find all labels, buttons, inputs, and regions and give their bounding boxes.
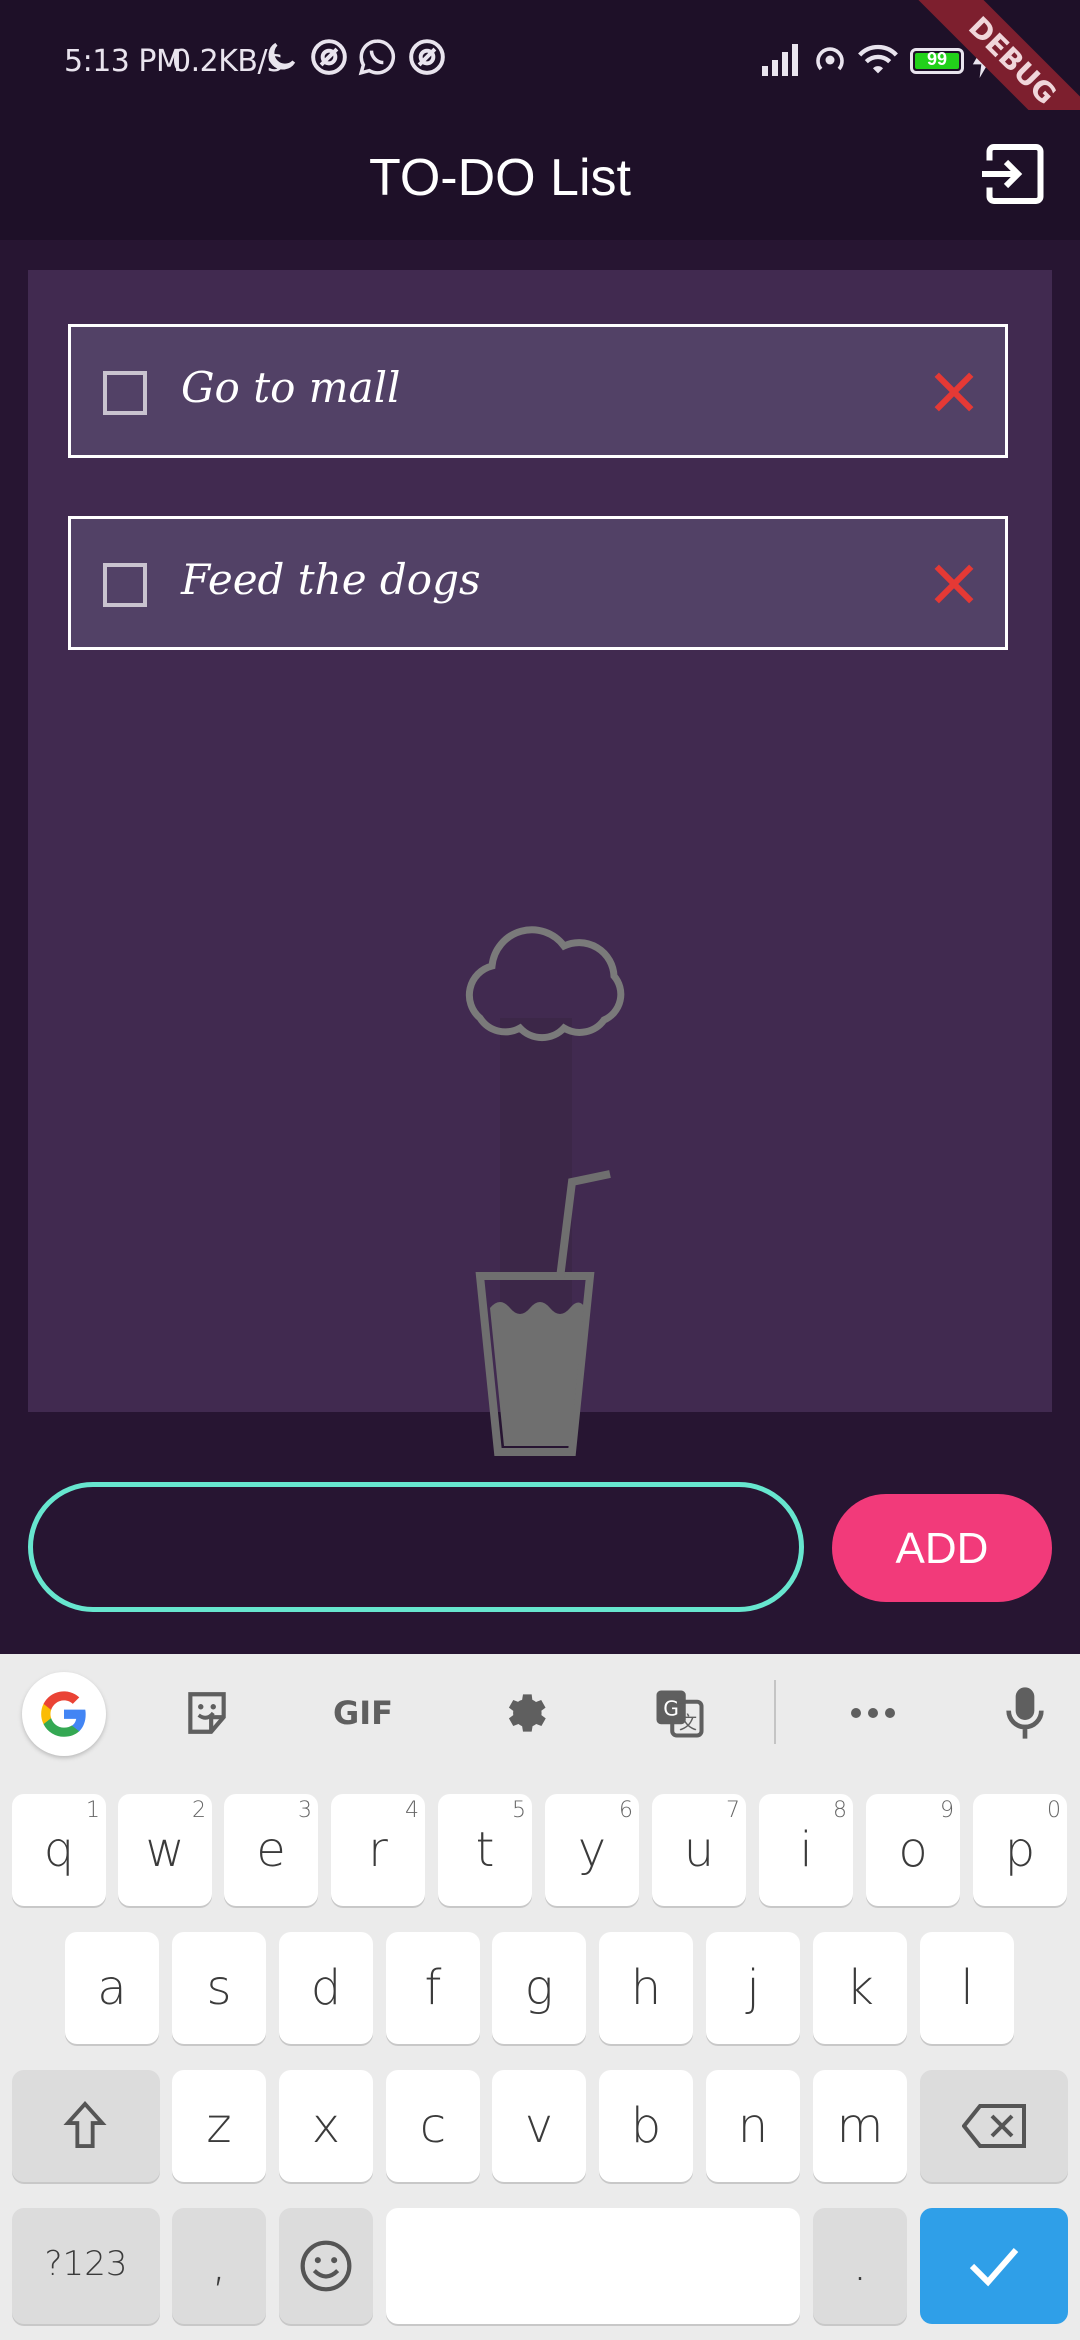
status-bar: 5:13 PM 0.2KB/s 99 [0, 0, 1080, 110]
key-m[interactable]: m [813, 2070, 907, 2182]
key-w[interactable]: 2w [118, 1794, 212, 1906]
delete-icon[interactable] [931, 561, 977, 607]
add-button[interactable]: ADD [832, 1494, 1052, 1602]
svg-text:G: G [663, 1696, 679, 1720]
key-y[interactable]: 6y [545, 1794, 639, 1906]
key-b[interactable]: b [599, 2070, 693, 2182]
at-icon-2 [409, 39, 445, 75]
space-key[interactable] [386, 2208, 800, 2324]
keyboard-toolbar: GIF G文 [0, 1654, 1080, 1772]
soft-keyboard: GIF G文 1q 2w 3e 4r 5t 6y 7u 8i 9o 0p a s… [0, 1654, 1080, 2340]
key-s[interactable]: s [172, 1932, 266, 2044]
todo-item: Go to mall [68, 324, 1008, 458]
todo-text: Feed the dogs [181, 555, 481, 604]
key-p[interactable]: 0p [973, 1794, 1067, 1906]
key-a[interactable]: a [65, 1932, 159, 2044]
emoji-key[interactable] [279, 2208, 373, 2324]
key-e[interactable]: 3e [224, 1794, 318, 1906]
key-n[interactable]: n [706, 2070, 800, 2182]
key-f[interactable]: f [386, 1932, 480, 2044]
wifi-icon [858, 44, 898, 74]
status-time: 5:13 PM [64, 44, 182, 79]
key-c[interactable]: c [386, 2070, 480, 2182]
key-t[interactable]: 5t [438, 1794, 532, 1906]
delete-icon[interactable] [931, 369, 977, 415]
backspace-icon [962, 2104, 1026, 2148]
sticker-icon[interactable] [172, 1678, 242, 1748]
key-x[interactable]: x [279, 2070, 373, 2182]
battery-level: 99 [926, 49, 948, 69]
period-key[interactable]: . [813, 2208, 907, 2324]
settings-icon[interactable] [488, 1678, 558, 1748]
todo-text: Go to mall [181, 363, 401, 412]
logout-icon[interactable] [976, 138, 1048, 210]
check-icon [969, 2248, 1019, 2287]
todo-checkbox[interactable] [103, 563, 147, 607]
gif-icon[interactable]: GIF [320, 1678, 406, 1748]
todo-checkbox[interactable] [103, 371, 147, 415]
emoji-icon [300, 2240, 352, 2292]
google-icon[interactable] [22, 1672, 106, 1756]
shift-key[interactable] [12, 2070, 160, 2182]
key-d[interactable]: d [279, 1932, 373, 2044]
hotspot-icon [816, 47, 844, 71]
more-icon[interactable] [838, 1678, 908, 1748]
key-i[interactable]: 8i [759, 1794, 853, 1906]
key-r[interactable]: 4r [331, 1794, 425, 1906]
battery-icon: 99 [910, 48, 964, 74]
key-o[interactable]: 9o [866, 1794, 960, 1906]
mic-icon[interactable] [990, 1678, 1060, 1748]
comma-key[interactable]: , [172, 2208, 266, 2324]
key-k[interactable]: k [813, 1932, 907, 2044]
key-u[interactable]: 7u [652, 1794, 746, 1906]
at-icon [311, 39, 347, 75]
key-v[interactable]: v [492, 2070, 586, 2182]
todo-item: Feed the dogs [68, 516, 1008, 650]
shift-icon [63, 2101, 107, 2148]
key-g[interactable]: g [492, 1932, 586, 2044]
key-q[interactable]: 1q [12, 1794, 106, 1906]
backspace-key[interactable] [920, 2070, 1068, 2182]
app-bar: TO-DO List [0, 110, 1080, 240]
toolbar-divider [774, 1680, 776, 1744]
todo-input[interactable] [73, 1515, 757, 1581]
moon-icon [268, 42, 296, 70]
enter-key[interactable] [920, 2208, 1068, 2324]
translate-icon[interactable]: G文 [644, 1678, 714, 1748]
symbols-key[interactable]: ?123 [12, 2208, 160, 2324]
key-h[interactable]: h [599, 1932, 693, 2044]
svg-text:文: 文 [679, 1713, 697, 1734]
page-title: TO-DO List [369, 149, 631, 207]
empty-state-illustration [465, 926, 625, 1456]
key-l[interactable]: l [920, 1932, 1014, 2044]
key-z[interactable]: z [172, 2070, 266, 2182]
todo-input-field[interactable] [28, 1482, 804, 1612]
signal-icon [762, 44, 798, 76]
key-j[interactable]: j [706, 1932, 800, 2044]
whatsapp-icon [358, 39, 396, 76]
